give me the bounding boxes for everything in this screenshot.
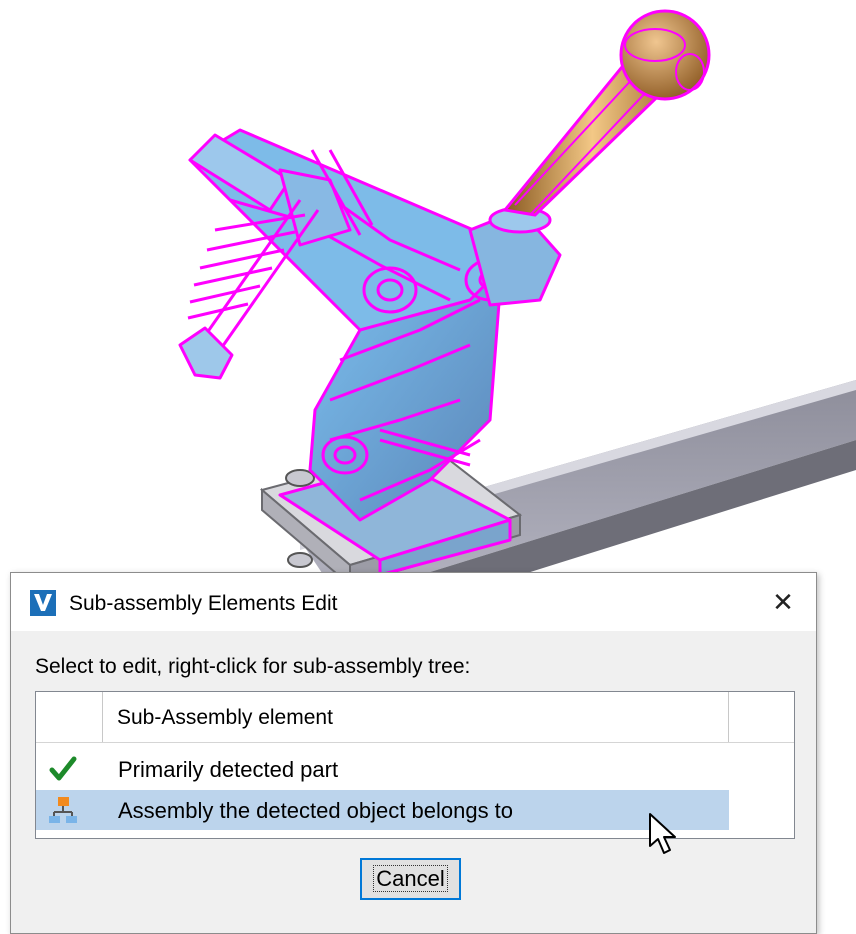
mouse-cursor-icon — [649, 813, 676, 854]
header-element-column[interactable]: Sub-Assembly element — [103, 692, 729, 742]
list-item-label: Primarily detected part — [118, 757, 339, 782]
assembly-tree-icon — [49, 797, 77, 823]
header-label: Sub-Assembly element — [117, 706, 333, 729]
clamp-handle[interactable] — [502, 9, 711, 217]
cancel-button[interactable]: Cancel — [360, 858, 461, 900]
sub-assembly-list[interactable]: Sub-Assembly element Primarily detected … — [35, 691, 795, 839]
cancel-label: Cancel — [373, 865, 448, 892]
header-icon-column[interactable] — [36, 692, 103, 742]
list-item-label: Assembly the detected object belongs to — [118, 798, 514, 823]
close-button[interactable]: ✕ — [763, 583, 803, 621]
list-item[interactable]: Primarily detected part — [36, 749, 729, 789]
instruction-text: Select to edit, right-click for sub-asse… — [35, 655, 471, 678]
dialog-title: Sub-assembly Elements Edit — [69, 592, 338, 615]
list-item-selected[interactable]: Assembly the detected object belongs to — [36, 790, 729, 830]
title-bar[interactable]: Sub-assembly Elements Edit ✕ — [11, 573, 816, 631]
list-header: Sub-Assembly element — [36, 692, 794, 743]
checkmark-icon — [49, 756, 77, 781]
app-logo-icon — [30, 590, 56, 616]
header-extra-column[interactable] — [729, 692, 793, 742]
sub-assembly-dialog: Sub-assembly Elements Edit ✕ Select to e… — [10, 572, 817, 934]
